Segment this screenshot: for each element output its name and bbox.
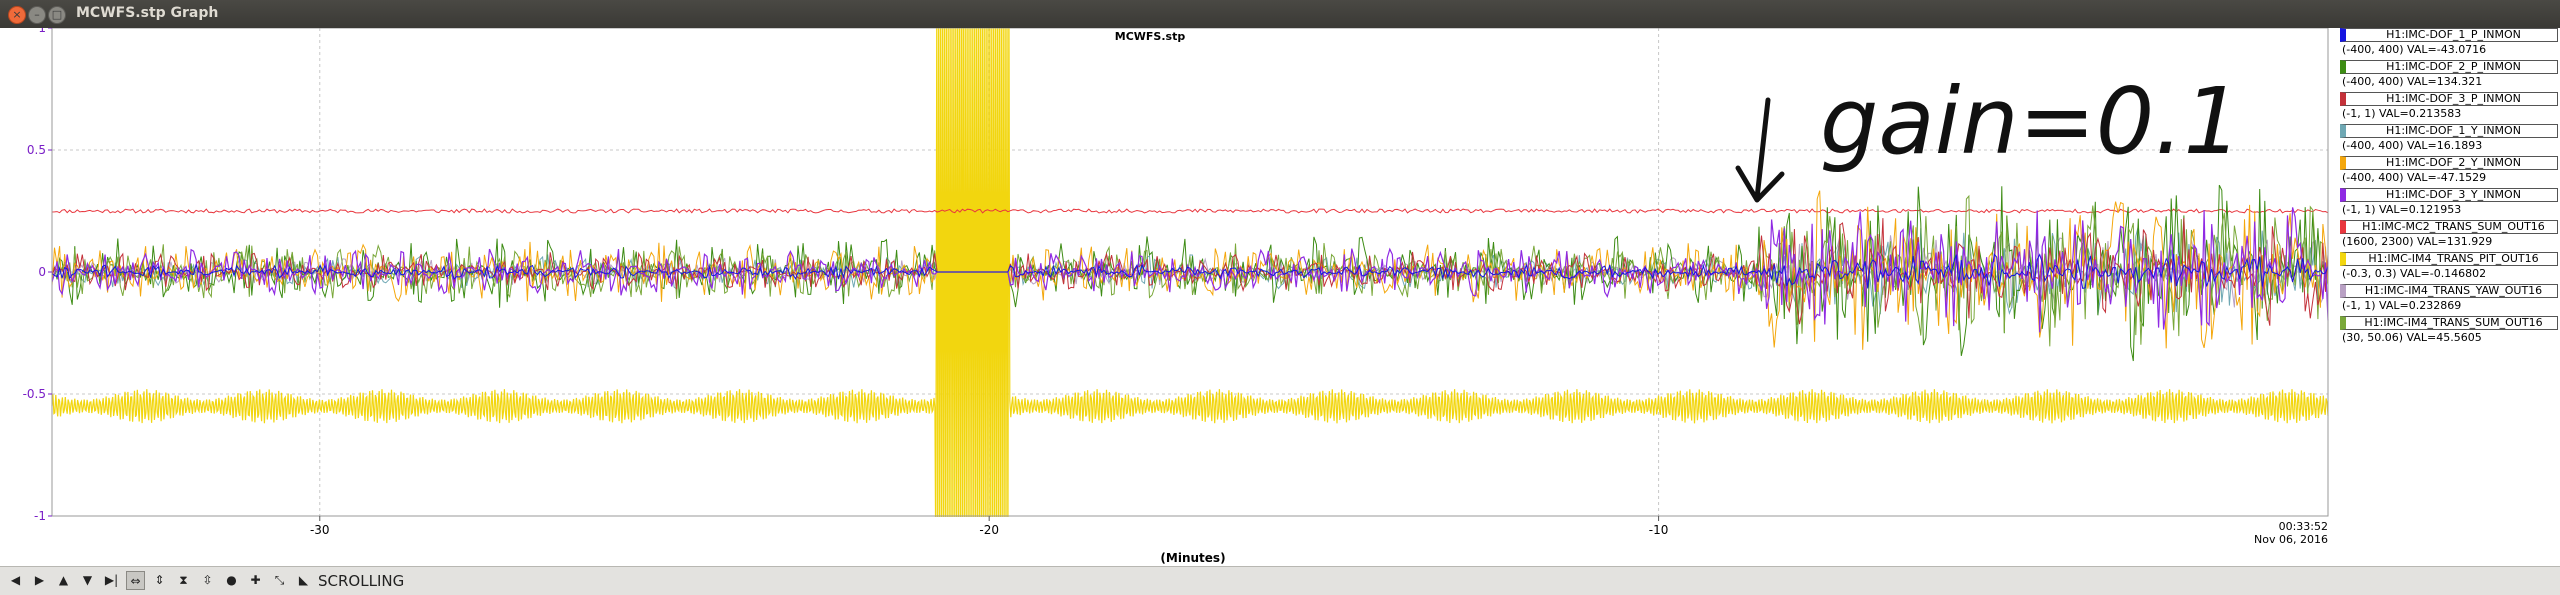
legend-item[interactable]: H1:IMC-IM4_TRANS_YAW_OUT16 (-1, 1) VAL=0.…	[2340, 284, 2558, 315]
resize-button[interactable]: ⤡	[270, 571, 289, 590]
legend-item[interactable]: H1:IMC-DOF_1_Y_INMON (-400, 400) VAL=16.1…	[2340, 124, 2558, 155]
scroll-up-button[interactable]: ▲	[54, 571, 73, 590]
legend-series-value: (-1, 1) VAL=0.213583	[2342, 107, 2462, 120]
y-tick-label: 0.5	[27, 143, 46, 157]
legend-series-name: H1:IMC-DOF_3_Y_INMON	[2340, 188, 2558, 202]
x-end-time-label: 00:33:52	[2279, 520, 2328, 533]
y-tick-label: -0.5	[23, 387, 46, 401]
record-button[interactable]: ●	[222, 571, 241, 590]
scroll-left-button[interactable]: ◀	[6, 571, 25, 590]
legend-item[interactable]: H1:IMC-DOF_2_Y_INMON (-400, 400) VAL=-47.…	[2340, 156, 2558, 187]
legend-series-name: H1:IMC-IM4_TRANS_SUM_OUT16	[2340, 316, 2558, 330]
legend-item[interactable]: H1:IMC-DOF_2_P_INMON (-400, 400) VAL=134.…	[2340, 60, 2558, 91]
zoom-y-button[interactable]: ⇕	[150, 571, 169, 590]
legend-series-name: H1:IMC-IM4_TRANS_YAW_OUT16	[2340, 284, 2558, 298]
window-titlebar: × – □ MCWFS.stp Graph	[0, 0, 2560, 28]
close-button[interactable]: ×	[8, 6, 26, 24]
x-tick-label: -20	[979, 523, 999, 537]
legend-series-value: (-400, 400) VAL=134.321	[2342, 75, 2483, 88]
chart-title: MCWFS.stp	[1115, 30, 1186, 43]
add-button[interactable]: ✚	[246, 571, 265, 590]
y-tick-label: -1	[34, 509, 46, 523]
legend-series-name: H1:IMC-DOF_1_Y_INMON	[2340, 124, 2558, 138]
legend-series-name: H1:IMC-MC2_TRANS_SUM_OUT16	[2340, 220, 2558, 234]
legend-series-value: (30, 50.06) VAL=45.5605	[2342, 331, 2482, 344]
plot-mode-button[interactable]: ◣	[294, 571, 313, 590]
maximize-button[interactable]: □	[48, 6, 66, 24]
legend-item[interactable]: H1:IMC-IM4_TRANS_PIT_OUT16 (-0.3, 0.3) VA…	[2340, 252, 2558, 283]
zoom-y-toggle-button[interactable]: ⇳	[198, 571, 217, 590]
zoom-x-button[interactable]: ⇔	[126, 571, 145, 590]
x-tick-label: -10	[1649, 523, 1669, 537]
legend-item[interactable]: H1:IMC-IM4_TRANS_SUM_OUT16 (30, 50.06) VA…	[2340, 316, 2558, 347]
y-tick-label: 0	[38, 265, 46, 279]
toolbar: ◀ ▶ ▲ ▼ ▶| ⇔ ⇕ ⧗ ⇳ ● ✚ ⤡ ◣ SCROLLING	[0, 566, 2560, 595]
strip-chart: MCWFS.stp 1 0.5 0 -0.5 -1 -30 -20 -10 00:33:52No…	[0, 28, 2560, 566]
gain-annotation-text: gain=0.1	[1820, 68, 2242, 175]
go-to-end-button[interactable]: ▶|	[102, 571, 121, 590]
legend-series-name: H1:IMC-DOF_2_P_INMON	[2340, 60, 2558, 74]
zoom-x-toggle-button[interactable]: ⧗	[174, 571, 193, 590]
window-title: MCWFS.stp Graph	[76, 5, 219, 21]
x-end-date-label: Nov 06, 2016	[2254, 533, 2328, 546]
legend-series-name: H1:IMC-DOF_2_Y_INMON	[2340, 156, 2558, 170]
legend-series-value: (-400, 400) VAL=-47.1529	[2342, 171, 2487, 184]
y-tick-label: 1	[38, 28, 46, 35]
legend-series-value: (-1, 1) VAL=0.121953	[2342, 203, 2462, 216]
x-tick-label: -30	[310, 523, 330, 537]
legend-series-name: H1:IMC-DOF_1_P_INMON	[2340, 28, 2558, 42]
legend-series-value: (-400, 400) VAL=-43.0716	[2342, 43, 2487, 56]
legend-series-value: (-400, 400) VAL=16.1893	[2342, 139, 2483, 152]
legend-series-name: H1:IMC-DOF_3_P_INMON	[2340, 92, 2558, 106]
legend-item[interactable]: H1:IMC-MC2_TRANS_SUM_OUT16 (1600, 2300) V…	[2340, 220, 2558, 251]
legend-series-name: H1:IMC-IM4_TRANS_PIT_OUT16	[2340, 252, 2558, 266]
scroll-right-button[interactable]: ▶	[30, 571, 49, 590]
legend-series-value: (1600, 2300) VAL=131.929	[2342, 235, 2493, 248]
legend-item[interactable]: H1:IMC-DOF_3_P_INMON (-1, 1) VAL=0.213583	[2340, 92, 2558, 123]
legend-item[interactable]: H1:IMC-DOF_1_P_INMON (-400, 400) VAL=-43.…	[2340, 28, 2558, 59]
minimize-button[interactable]: –	[28, 6, 46, 24]
x-axis-label: (Minutes)	[1160, 551, 1225, 565]
legend-series-value: (-1, 1) VAL=0.232869	[2342, 299, 2462, 312]
legend-series-value: (-0.3, 0.3) VAL=-0.146802	[2342, 267, 2487, 280]
legend-item[interactable]: H1:IMC-DOF_3_Y_INMON (-1, 1) VAL=0.121953	[2340, 188, 2558, 219]
scrolling-mode-label: SCROLLING	[318, 572, 405, 590]
scroll-down-button[interactable]: ▼	[78, 571, 97, 590]
